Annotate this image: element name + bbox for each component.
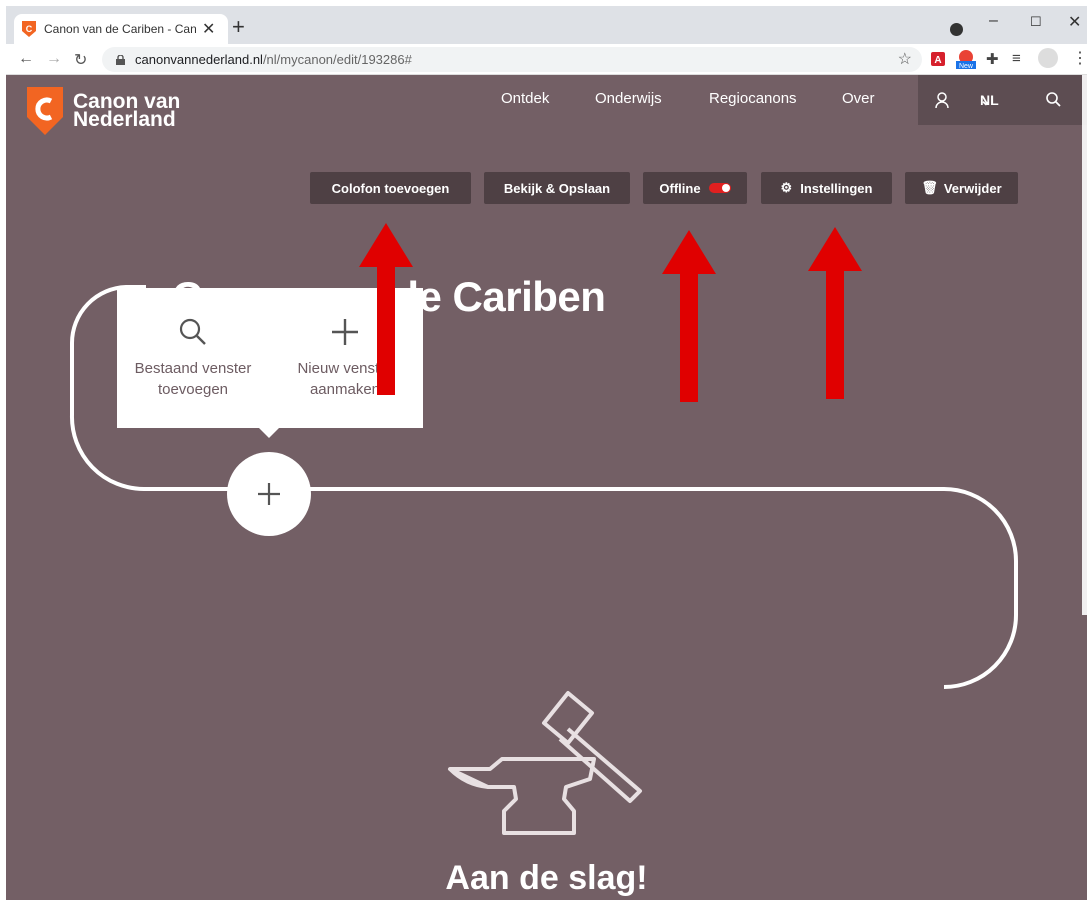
new-extension-icon[interactable]: New [956, 49, 976, 69]
account-avatar-icon[interactable] [1038, 48, 1058, 68]
existing-line2: toevoegen [157, 381, 229, 398]
svg-text:A: A [934, 55, 941, 66]
close-window-icon[interactable]: ✕ [1068, 12, 1081, 32]
bookmark-star-icon[interactable]: ☆ [898, 49, 912, 69]
red-arrow-annotation [662, 230, 716, 402]
browser-tab[interactable]: C Canon van de Cariben - Canon v ✕ [14, 14, 228, 44]
tab-strip: C Canon van de Cariben - Canon v ✕ + – ☐… [6, 6, 1087, 44]
minimize-icon[interactable]: – [989, 12, 998, 30]
canon-favicon-icon: C [22, 21, 36, 37]
add-existing-window-option[interactable]: Bestaand venster toevoegen [123, 314, 263, 400]
cta-heading: Aan de slag! [445, 859, 648, 897]
pdf-extension-icon[interactable]: A [931, 52, 945, 66]
add-window-button[interactable] [227, 452, 311, 536]
anvil-hammer-icon [448, 691, 642, 835]
browser-window: C Canon van de Cariben - Canon v ✕ + – ☐… [6, 6, 1087, 900]
maximize-icon[interactable]: ☐ [1030, 14, 1042, 30]
chrome-profile-icon[interactable] [950, 23, 963, 36]
svg-text:New: New [959, 63, 974, 69]
extensions-puzzle-icon[interactable]: ✚ [986, 50, 999, 68]
reload-icon[interactable]: ↻ [74, 50, 87, 70]
tab-close-icon[interactable]: ✕ [202, 19, 215, 39]
red-arrow-annotation [808, 227, 862, 399]
url-path: /nl/mycanon/edit/193286# [262, 52, 412, 67]
address-bar[interactable]: canonvannederland.nl/nl/mycanon/edit/193… [102, 47, 922, 72]
chrome-menu-icon[interactable]: ⋮ [1072, 48, 1087, 68]
forward-icon[interactable]: → [46, 50, 62, 68]
url-host: canonvannederland.nl [135, 52, 263, 67]
plus-icon [258, 483, 280, 505]
url-text: canonvannederland.nl/nl/mycanon/edit/193… [135, 52, 412, 67]
existing-line1: Bestaand venster [134, 360, 252, 377]
lock-icon [116, 54, 125, 65]
browser-toolbar: ← → ↻ canonvannederland.nl/nl/mycanon/ed… [6, 44, 1087, 75]
red-arrow-annotation [359, 223, 413, 395]
search-icon [123, 314, 263, 350]
media-queue-icon[interactable]: ≡ [1012, 50, 1021, 67]
page-content: Canon van Nederland Ontdek Onderwijs Reg… [6, 75, 1087, 900]
page-scrollbar[interactable] [1082, 75, 1087, 615]
tab-title: Canon van de Cariben - Canon v [44, 22, 196, 36]
new-tab-icon[interactable]: + [232, 16, 245, 38]
svg-text:C: C [26, 24, 33, 34]
back-icon[interactable]: ← [18, 50, 34, 68]
